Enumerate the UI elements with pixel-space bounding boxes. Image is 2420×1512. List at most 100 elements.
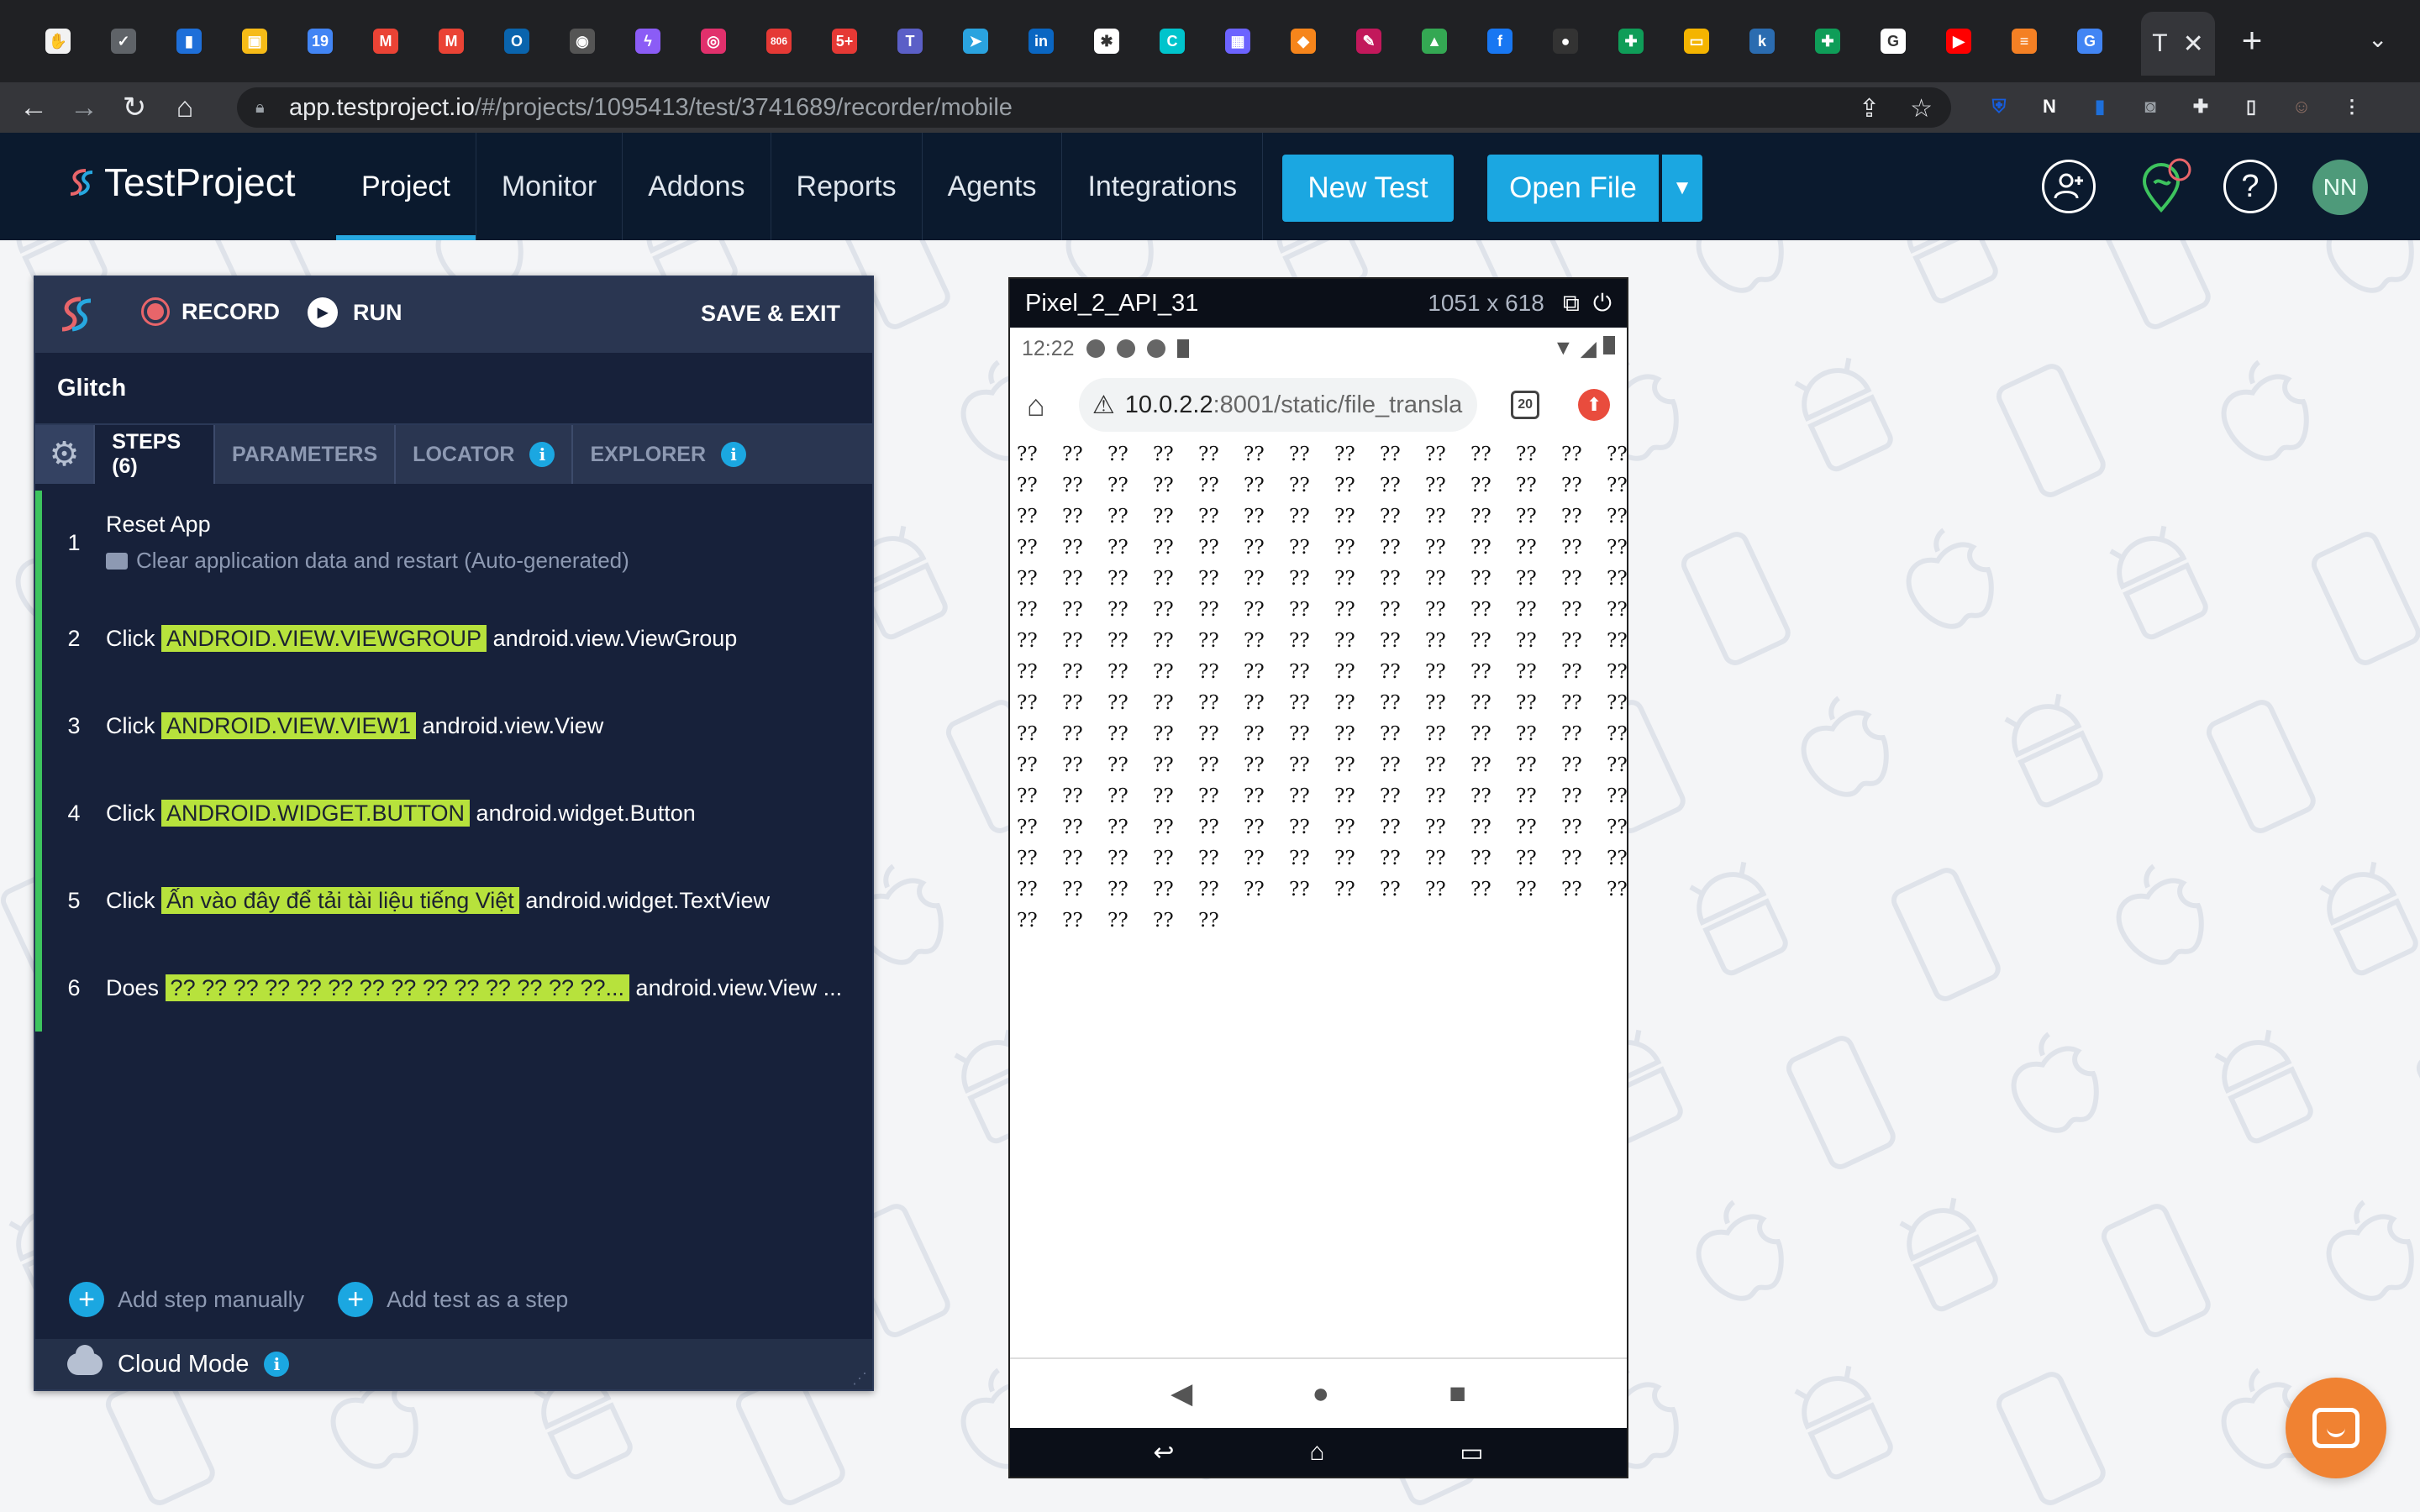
chat-ext-icon[interactable]: ◙ (2134, 91, 2166, 123)
sidepanel-icon[interactable]: ▯ (2235, 91, 2267, 123)
browser-tab[interactable]: ✚ (1598, 11, 1664, 71)
close-tab-icon[interactable]: ✕ (2183, 29, 2204, 59)
step-target-element[interactable]: Ấn vào đây để tải tài liệu tiếng Việt (161, 886, 519, 914)
nav-tab-agents[interactable]: Agents (923, 133, 1063, 240)
back-arrow-icon[interactable]: ← (8, 82, 59, 133)
add-user-icon[interactable] (2042, 160, 2096, 213)
bookmark-star-icon[interactable]: ☆ (1910, 94, 1933, 123)
forward-arrow-icon[interactable]: → (59, 82, 109, 133)
share-icon[interactable]: ⇪ (1859, 94, 1880, 123)
locator-info-icon[interactable]: i (529, 442, 555, 467)
step-row[interactable]: 2 Click ANDROID.VIEW.VIEWGROUP android.vi… (35, 595, 872, 682)
cloud-mode-bar[interactable]: Cloud Mode i ⋰ (35, 1339, 872, 1389)
android-home-icon[interactable]: ● (1313, 1378, 1330, 1410)
step-target-element[interactable]: ANDROID.VIEW.VIEWGROUP (161, 624, 487, 652)
android-recents-icon[interactable]: ■ (1449, 1378, 1466, 1410)
mobile-home-icon[interactable]: ⌂ (1027, 388, 1060, 423)
emulator-back-icon[interactable]: ↩ (1153, 1438, 1174, 1467)
browser-tab[interactable]: ➤ (943, 11, 1008, 71)
tab-search-chevron-icon[interactable]: ⌄ (2368, 25, 2387, 53)
agent-status-icon[interactable] (2134, 158, 2193, 217)
address-url[interactable]: app.testproject.io/#/projects/1095413/te… (289, 94, 1013, 122)
browser-tab[interactable]: G (1860, 11, 1926, 71)
browser-tab[interactable]: M (418, 11, 484, 71)
nav-tab-project[interactable]: Project (336, 133, 476, 240)
step-row[interactable]: 4 Click ANDROID.WIDGET.BUTTON android.wid… (35, 769, 872, 857)
emulator-recents-icon[interactable]: ▭ (1460, 1438, 1483, 1467)
browser-tab[interactable]: ϟ (615, 11, 681, 71)
browser-tab[interactable]: G (2057, 11, 2123, 71)
android-back-icon[interactable]: ◀ (1171, 1377, 1192, 1410)
nav-tab-integrations[interactable]: Integrations (1062, 133, 1264, 240)
step-row[interactable]: 6 Does ?? ?? ?? ?? ?? ?? ?? ?? ?? ?? ?? ?… (35, 944, 872, 1032)
browser-tab[interactable]: ▶ (1926, 11, 1991, 71)
browser-tab[interactable]: ◆ (1270, 11, 1336, 71)
explorer-info-icon[interactable]: i (721, 442, 746, 467)
bitwarden-icon[interactable]: ⛨ (1983, 91, 2015, 123)
browser-tab[interactable]: in (1008, 11, 1074, 71)
profile-icon[interactable]: ☺ (2286, 91, 2317, 123)
new-test-button[interactable]: New Test (1282, 155, 1454, 222)
save-exit-button[interactable]: SAVE & EXIT (701, 301, 840, 327)
avatar[interactable]: NN (2312, 160, 2368, 215)
open-file-button[interactable]: Open File (1487, 155, 1659, 222)
kebab-icon[interactable]: ⋮ (2336, 91, 2368, 123)
home-icon[interactable]: ⌂ (160, 82, 210, 133)
browser-tab[interactable]: ▲ (1402, 11, 1467, 71)
browser-tab[interactable]: C (1139, 11, 1205, 71)
puzzle-icon[interactable]: ✚ (2185, 91, 2217, 123)
browser-tab[interactable]: 5+ (812, 11, 877, 71)
tab-steps[interactable]: STEPS (6) (93, 425, 213, 484)
browser-tab[interactable]: 19 (287, 11, 353, 71)
step-row[interactable]: 3 Click ANDROID.VIEW.VIEW1 android.view.V… (35, 682, 872, 769)
browser-tab[interactable]: ◎ (681, 11, 746, 71)
browser-tab[interactable]: O (484, 11, 550, 71)
step-row[interactable]: 5 Click Ấn vào đây để tải tài liệu tiếng … (35, 857, 872, 944)
open-file-dropdown-caret-icon[interactable]: ▼ (1662, 155, 1702, 222)
browser-tab[interactable]: ▮ (156, 11, 222, 71)
nav-tab-addons[interactable]: Addons (623, 133, 771, 240)
rotate-device-icon[interactable]: ⧉ (1563, 290, 1580, 318)
step-target-element[interactable]: ANDROID.WIDGET.BUTTON (161, 799, 471, 827)
browser-tab[interactable]: ✚ (1795, 11, 1860, 71)
browser-tab[interactable]: ▦ (1205, 11, 1270, 71)
browser-tab[interactable]: M (353, 11, 418, 71)
record-button[interactable]: RECORD (141, 297, 280, 326)
browser-tab[interactable]: 806 (746, 11, 812, 71)
browser-tab[interactable]: ▣ (222, 11, 287, 71)
browser-tab[interactable]: ◉ (550, 11, 615, 71)
add-step-manually-button[interactable]: + Add step manually (69, 1282, 304, 1317)
resize-grip-icon[interactable]: ⋰ (852, 1370, 867, 1388)
browser-tab[interactable]: ✱ (1074, 11, 1139, 71)
settings-gear-icon[interactable]: ⚙ (35, 425, 94, 484)
browser-tab[interactable]: ✓ (91, 11, 156, 71)
browser-tab[interactable]: f (1467, 11, 1533, 71)
browser-tab[interactable]: ● (1533, 11, 1598, 71)
nav-tab-reports[interactable]: Reports (771, 133, 923, 240)
step-row[interactable]: 1 Reset App Clear application data and res… (35, 491, 872, 595)
reload-icon[interactable]: ↻ (109, 82, 160, 133)
mobile-tab-count[interactable]: 20 (1511, 391, 1540, 419)
chat-launcher-button[interactable] (2286, 1378, 2386, 1478)
address-bar[interactable]: 🔒︎ app.testproject.io/#/projects/1095413… (237, 87, 1951, 128)
new-tab-button[interactable]: + (2235, 22, 2269, 59)
trello-ext-icon[interactable]: ▮ (2084, 91, 2116, 123)
browser-tab[interactable]: ✋ (25, 11, 91, 71)
tab-locator[interactable]: LOCATOR i (394, 425, 571, 484)
add-test-as-step-button[interactable]: + Add test as a step (338, 1282, 568, 1317)
active-browser-tab[interactable]: T ✕ (2141, 12, 2215, 76)
testproject-logo[interactable]: TestProject (67, 160, 296, 205)
emulator-home-icon[interactable]: ⌂ (1309, 1438, 1324, 1467)
test-name[interactable]: Glitch (35, 360, 872, 425)
help-icon[interactable]: ? (2223, 160, 2277, 213)
step-target-element[interactable]: ANDROID.VIEW.VIEW1 (161, 711, 417, 739)
browser-tab[interactable]: ▭ (1664, 11, 1729, 71)
lock-icon[interactable]: 🔒︎ (255, 98, 274, 117)
update-icon[interactable]: ⬆ (1578, 389, 1610, 421)
browser-tab[interactable]: T (877, 11, 943, 71)
notion-icon[interactable]: N (2033, 91, 2065, 123)
browser-tab[interactable]: k (1729, 11, 1795, 71)
browser-tab[interactable]: ≡ (1991, 11, 2057, 71)
browser-tab[interactable]: ✎ (1336, 11, 1402, 71)
tab-parameters[interactable]: PARAMETERS (213, 425, 394, 484)
